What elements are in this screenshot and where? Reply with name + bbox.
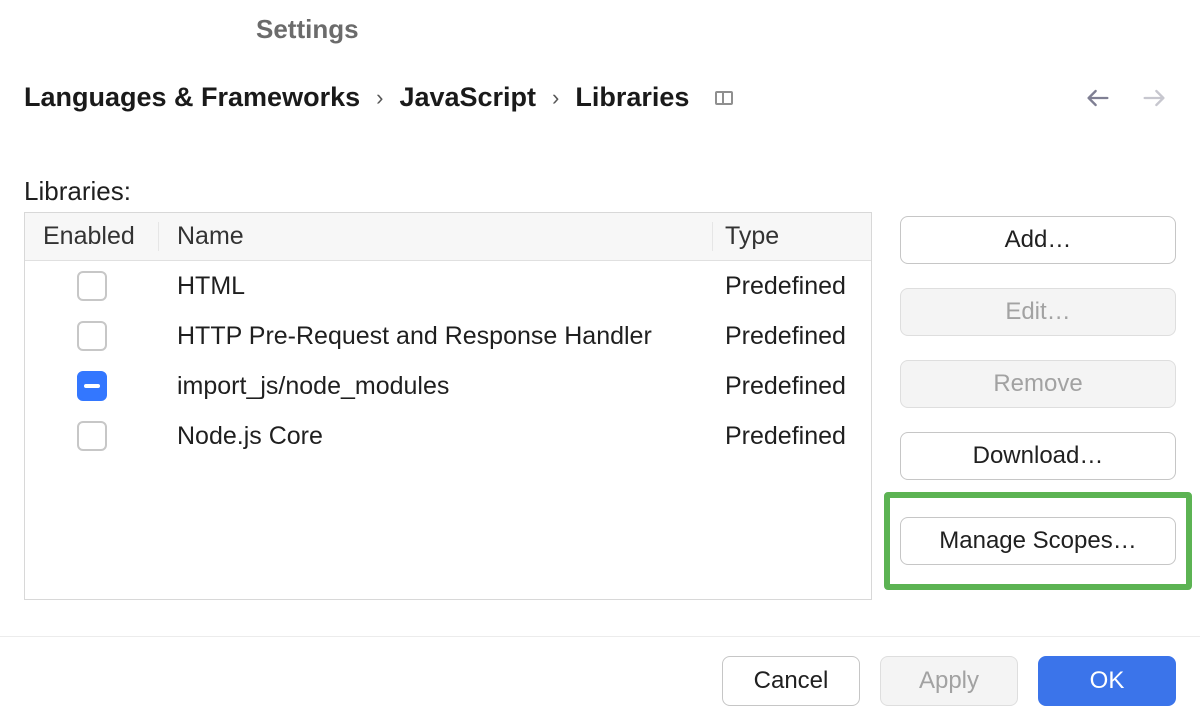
library-name: import_js/node_modules: [159, 372, 713, 401]
enabled-checkbox[interactable]: [77, 271, 107, 301]
breadcrumb-item[interactable]: Languages & Frameworks: [24, 82, 360, 113]
footer-separator: [0, 636, 1200, 637]
enabled-checkbox[interactable]: [77, 371, 107, 401]
nav-back-button[interactable]: [1084, 84, 1112, 112]
table-row[interactable]: HTTP Pre-Request and Response Handler Pr…: [25, 311, 871, 361]
col-header-enabled[interactable]: Enabled: [25, 222, 159, 251]
settings-heading: Settings: [256, 14, 359, 45]
table-header: Enabled Name Type: [25, 213, 871, 261]
table-row[interactable]: Node.js Core Predefined: [25, 411, 871, 461]
libraries-label: Libraries:: [24, 176, 131, 207]
edit-button[interactable]: Edit…: [900, 288, 1176, 336]
col-header-name[interactable]: Name: [159, 222, 713, 251]
table-row[interactable]: import_js/node_modules Predefined: [25, 361, 871, 411]
enabled-checkbox[interactable]: [77, 321, 107, 351]
manage-scopes-button[interactable]: Manage Scopes…: [900, 517, 1176, 565]
add-button[interactable]: Add…: [900, 216, 1176, 264]
library-type: Predefined: [713, 272, 871, 301]
breadcrumb-item[interactable]: JavaScript: [399, 82, 536, 113]
download-button[interactable]: Download…: [900, 432, 1176, 480]
manage-scopes-highlight: Manage Scopes…: [884, 492, 1192, 590]
ok-button[interactable]: OK: [1038, 656, 1176, 706]
libraries-table: Enabled Name Type HTML Predefined HTTP P…: [24, 212, 872, 600]
library-type: Predefined: [713, 372, 871, 401]
panel-icon: [715, 91, 733, 105]
col-header-type[interactable]: Type: [713, 222, 871, 251]
cancel-button[interactable]: Cancel: [722, 656, 860, 706]
library-type: Predefined: [713, 422, 871, 451]
library-name: Node.js Core: [159, 422, 713, 451]
library-type: Predefined: [713, 322, 871, 351]
chevron-right-icon: ›: [376, 85, 383, 111]
breadcrumb: Languages & Frameworks › JavaScript › Li…: [24, 82, 733, 113]
breadcrumb-item[interactable]: Libraries: [575, 82, 689, 113]
enabled-checkbox[interactable]: [77, 421, 107, 451]
chevron-right-icon: ›: [552, 85, 559, 111]
apply-button[interactable]: Apply: [880, 656, 1018, 706]
table-row[interactable]: HTML Predefined: [25, 261, 871, 311]
library-name: HTTP Pre-Request and Response Handler: [159, 322, 713, 351]
remove-button[interactable]: Remove: [900, 360, 1176, 408]
nav-forward-button[interactable]: [1140, 84, 1168, 112]
library-name: HTML: [159, 272, 713, 301]
